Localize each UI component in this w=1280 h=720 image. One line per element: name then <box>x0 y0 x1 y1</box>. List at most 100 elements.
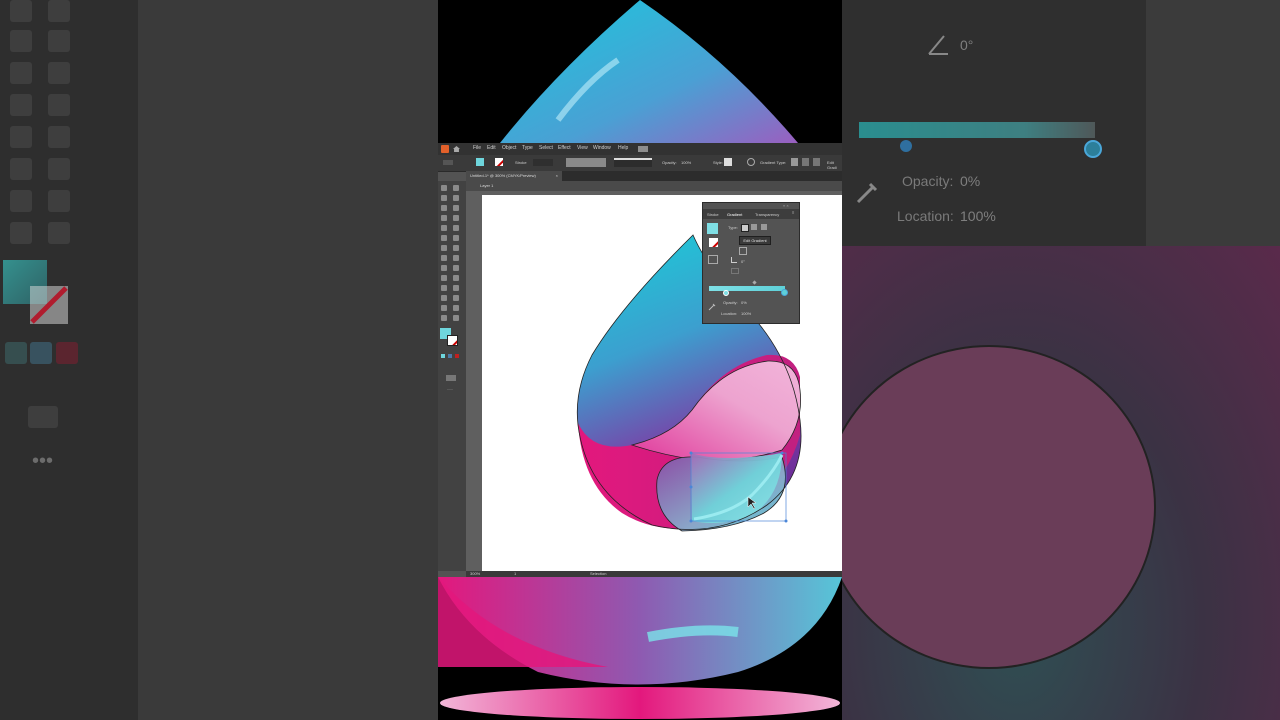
menu-effect[interactable]: Effect <box>558 145 571 151</box>
opacity-value[interactable]: 0% <box>741 300 747 305</box>
freeform-gradient-button[interactable] <box>813 158 820 166</box>
stroke-swatch[interactable] <box>495 158 503 166</box>
tab-transparency[interactable]: Transparency <box>755 212 779 217</box>
direct-selection-tool-icon[interactable] <box>453 185 459 191</box>
workspace-switcher-icon[interactable] <box>638 146 648 152</box>
blur-gradient-icon <box>30 342 52 364</box>
eraser-tool-icon[interactable] <box>453 235 459 241</box>
gradient-stop-left[interactable] <box>723 290 729 296</box>
layer-name[interactable]: Layer 1 <box>480 183 493 188</box>
ai-logo-icon <box>441 145 449 153</box>
linear-type-button[interactable] <box>741 224 749 232</box>
document-tab-bar: Untitled-1* @ 300% (CMYK/Preview) × <box>466 171 842 181</box>
blur-angle-value: 0° <box>960 37 974 53</box>
shape-builder-tool-icon[interactable] <box>441 265 447 271</box>
line-tool-icon[interactable] <box>453 215 459 221</box>
panel-menu-icon[interactable]: ≡ <box>792 210 794 215</box>
artboard-number[interactable]: 1 <box>514 571 516 576</box>
color-mode-icon[interactable] <box>441 354 445 358</box>
change-screen-mode-icon[interactable] <box>446 375 456 381</box>
gradient-stop-right[interactable] <box>781 289 788 296</box>
none-mode-icon[interactable] <box>455 354 459 358</box>
menu-view[interactable]: View <box>577 145 588 151</box>
radial-gradient-button[interactable] <box>802 158 809 166</box>
document-tab[interactable]: Untitled-1* @ 300% (CMYK/Preview) × <box>466 171 562 181</box>
blur-angle-icon <box>928 35 948 55</box>
location-value[interactable]: 100% <box>741 311 751 316</box>
reverse-gradient-icon[interactable] <box>708 255 718 264</box>
eyedropper-icon[interactable] <box>708 303 716 311</box>
brush-definition[interactable] <box>614 158 652 167</box>
blur-tool-icon <box>48 190 70 212</box>
ellipse-tool-icon[interactable] <box>441 225 447 231</box>
free-transform-tool-icon[interactable] <box>453 255 459 261</box>
edit-gradient-button[interactable]: Edit Gradient <box>739 236 771 245</box>
blur-tool-icon <box>10 30 32 52</box>
stroke-type-icon[interactable] <box>739 247 747 255</box>
rotate-tool-icon[interactable] <box>441 245 447 251</box>
perspective-grid-tool-icon[interactable] <box>453 265 459 271</box>
type-tool-icon[interactable] <box>441 215 447 221</box>
symbol-sprayer-tool-icon[interactable] <box>441 295 447 301</box>
radial-type-button[interactable] <box>751 224 757 230</box>
menu-type[interactable]: Type <box>522 145 533 151</box>
scale-tool-icon[interactable] <box>453 245 459 251</box>
shaper-tool-icon[interactable] <box>441 235 447 241</box>
width-tool-icon[interactable] <box>441 255 447 261</box>
gradient-stroke-swatch[interactable] <box>709 238 718 247</box>
gradient-mode-icon[interactable] <box>448 354 452 358</box>
menu-edit[interactable]: Edit <box>487 145 496 151</box>
freeform-type-button[interactable] <box>761 224 767 230</box>
edit-gradient-button[interactable]: Edit Gradi <box>827 160 842 170</box>
blur-gradient-stop-left <box>900 140 912 152</box>
paintbrush-tool-icon[interactable] <box>453 225 459 231</box>
blur-hand-icon <box>10 222 32 244</box>
hand-tool-icon[interactable] <box>441 315 447 321</box>
mesh-tool-icon[interactable] <box>441 275 447 281</box>
gradient-tool-icon[interactable] <box>453 275 459 281</box>
menu-object[interactable]: Object <box>502 145 516 151</box>
close-icon[interactable]: × <box>556 171 558 181</box>
menu-help[interactable]: Help <box>618 145 628 151</box>
blur-stroke-swatch-icon <box>30 286 68 324</box>
slice-tool-icon[interactable] <box>453 305 459 311</box>
lasso-tool-icon[interactable] <box>453 195 459 201</box>
eyedropper-tool-icon[interactable] <box>441 285 447 291</box>
blur-eyedropper-icon <box>856 182 878 204</box>
zoom-level[interactable]: 300% <box>470 571 480 576</box>
linear-gradient-button[interactable] <box>791 158 798 166</box>
gradient-fill-swatch[interactable] <box>707 223 718 234</box>
blend-tool-icon[interactable] <box>453 285 459 291</box>
edit-toolbar-icon[interactable]: ··· <box>447 387 453 393</box>
aspect-ratio-icon <box>731 268 739 274</box>
stroke-weight-input[interactable] <box>533 159 553 166</box>
blur-location-label: Location: <box>897 208 954 224</box>
tab-gradient[interactable]: Gradient <box>727 212 742 217</box>
opacity-value[interactable]: 100% <box>681 160 691 165</box>
menu-window[interactable]: Window <box>593 145 611 151</box>
angle-value[interactable]: 0° <box>741 259 745 264</box>
variable-width-profile[interactable] <box>566 158 606 167</box>
column-graph-tool-icon[interactable] <box>453 295 459 301</box>
background-left-blur: ••• <box>0 0 438 720</box>
stroke-color-swatch[interactable] <box>447 335 458 346</box>
magic-wand-tool-icon[interactable] <box>441 195 447 201</box>
menu-file[interactable]: File <box>473 145 481 151</box>
pen-tool-icon[interactable] <box>441 205 447 211</box>
gradient-slider[interactable] <box>709 286 785 291</box>
midpoint-icon[interactable] <box>752 280 757 285</box>
collapse-panel-icon[interactable]: « × <box>783 203 789 208</box>
tab-stroke[interactable]: Stroke <box>707 212 719 217</box>
blur-zoom-icon <box>48 222 70 244</box>
current-tool: Selection <box>590 571 607 576</box>
artboard-tool-icon[interactable] <box>441 305 447 311</box>
style-swatch[interactable] <box>724 158 732 166</box>
recolor-icon[interactable] <box>747 158 755 166</box>
fill-swatch[interactable] <box>476 158 484 166</box>
home-icon[interactable] <box>453 146 460 152</box>
menu-select[interactable]: Select <box>539 145 553 151</box>
zoom-tool-icon[interactable] <box>453 315 459 321</box>
selection-tool-icon[interactable] <box>441 185 447 191</box>
blur-tool-icon <box>10 62 32 84</box>
curvature-tool-icon[interactable] <box>453 205 459 211</box>
